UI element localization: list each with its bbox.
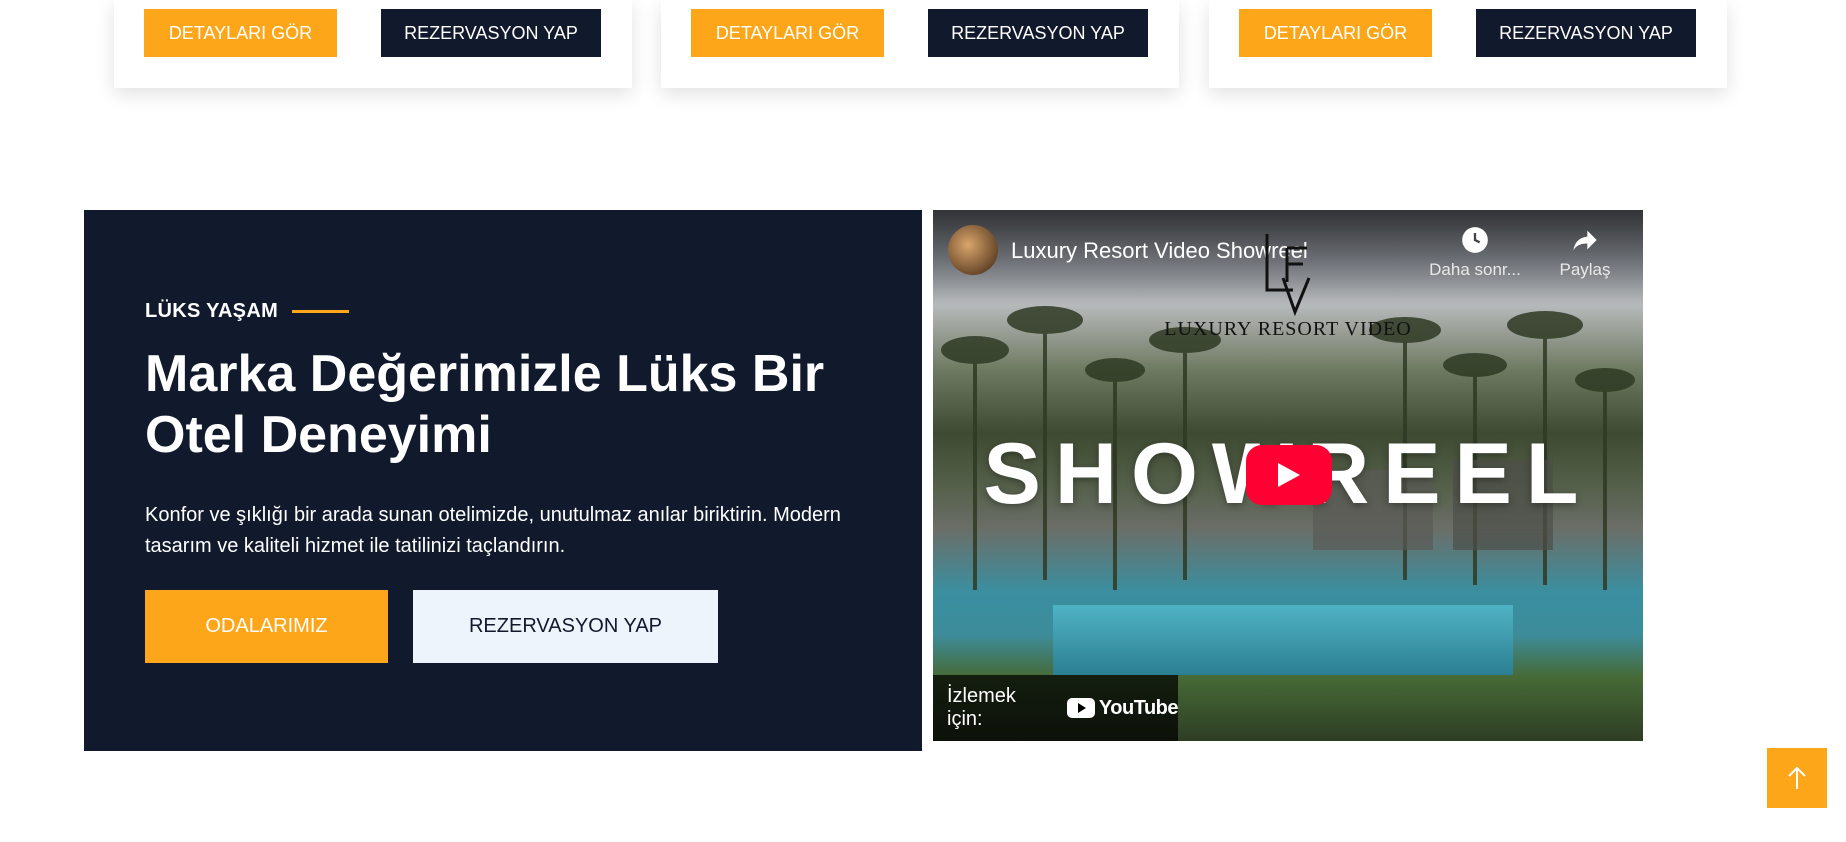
eyebrow: LÜKS YAŞAM	[145, 300, 350, 323]
arrow-up-icon	[1788, 766, 1806, 789]
back-to-top-button[interactable]	[1767, 748, 1827, 808]
book-button[interactable]: REZERVASYON YAP	[928, 9, 1148, 57]
youtube-wordmark: YouTube	[1098, 696, 1179, 719]
clock-icon	[1462, 227, 1488, 253]
pool-scene	[1053, 605, 1513, 675]
details-button[interactable]: DETAYLARI GÖR	[144, 9, 337, 57]
luxury-promo-panel: LÜKS YAŞAM Marka Değerimizle Lüks Bir Ot…	[84, 210, 922, 751]
youtube-icon	[1066, 698, 1095, 718]
details-button[interactable]: DETAYLARI GÖR	[1239, 9, 1432, 57]
book-button[interactable]: REZERVASYON YAP	[1476, 9, 1696, 57]
book-button[interactable]: REZERVASYON YAP	[381, 9, 601, 57]
channel-avatar[interactable]	[948, 225, 998, 275]
promo-headline: Marka Değerimizle Lüks Bir Otel Deneyimi	[145, 345, 825, 464]
reservation-button[interactable]: REZERVASYON YAP	[413, 590, 718, 663]
room-card: DETAYLARI GÖR REZERVASYON YAP	[1209, 0, 1727, 88]
resort-logo-text: LUXURY RESORT VIDEO	[1164, 318, 1412, 340]
share-icon	[1573, 230, 1597, 251]
promo-description: Konfor ve şıklığı bir arada sunan otelim…	[145, 504, 841, 557]
play-icon	[1278, 463, 1300, 487]
watch-on-label: İzlemek için:	[947, 685, 1016, 730]
share-label: Paylaş	[1559, 260, 1611, 279]
rooms-button[interactable]: ODALARIMIZ	[145, 590, 388, 663]
eyebrow-divider	[292, 310, 350, 313]
room-card: DETAYLARI GÖR REZERVASYON YAP	[661, 0, 1179, 88]
share-button[interactable]: Paylaş	[1545, 226, 1625, 280]
watch-later-label: Daha sonr...	[1429, 260, 1521, 279]
youtube-logo: YouTube	[1066, 696, 1179, 720]
watch-later-button[interactable]: Daha sonr...	[1425, 226, 1525, 280]
eyebrow-label: LÜKS YAŞAM	[145, 300, 279, 322]
play-button[interactable]	[1246, 445, 1332, 505]
watch-on-youtube[interactable]: İzlemek için: YouTube	[933, 675, 1179, 741]
resort-logo-mark	[1265, 234, 1311, 317]
room-card: DETAYLARI GÖR REZERVASYON YAP	[114, 0, 632, 88]
details-button[interactable]: DETAYLARI GÖR	[691, 9, 884, 57]
video-embed[interactable]: Luxury Resort Video Showreel LUXURY RESO…	[933, 210, 1643, 741]
